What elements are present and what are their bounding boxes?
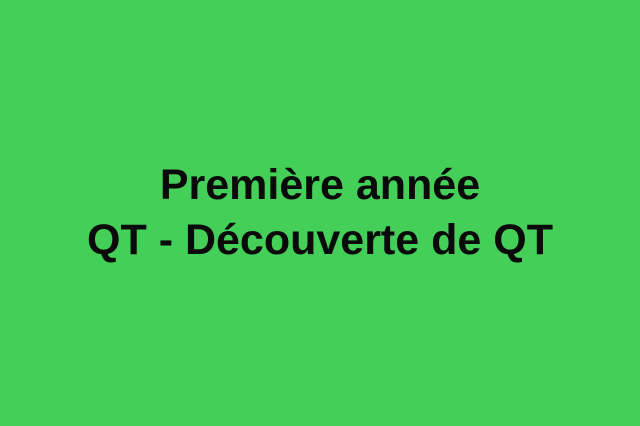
title-banner: Première année QT - Découverte de QT [0,0,640,426]
title-line-course: QT - Découverte de QT [87,216,553,264]
title-line-year: Première année [159,161,481,209]
